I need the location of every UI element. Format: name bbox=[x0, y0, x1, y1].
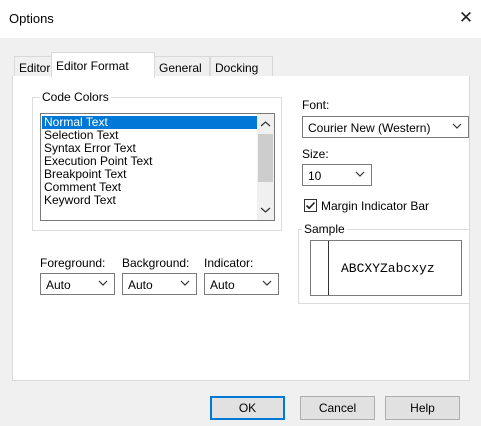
tab-docking[interactable]: Docking bbox=[210, 56, 273, 78]
size-select[interactable]: 10 bbox=[302, 164, 372, 186]
indicator-select[interactable]: Auto bbox=[204, 273, 279, 295]
tab-general[interactable]: General bbox=[154, 56, 210, 78]
list-item-keyword-text[interactable]: Keyword Text bbox=[42, 194, 257, 207]
checkmark-icon bbox=[305, 201, 316, 210]
font-select[interactable]: Courier New (Western) bbox=[302, 116, 469, 138]
foreground-label: Foreground: bbox=[40, 256, 106, 270]
margin-indicator-line bbox=[328, 241, 329, 295]
indicator-label: Indicator: bbox=[204, 256, 254, 270]
size-value: 10 bbox=[308, 169, 322, 183]
chevron-down-icon bbox=[355, 171, 365, 177]
code-colors-list[interactable]: Normal Text Selection Text Syntax Error … bbox=[40, 113, 275, 221]
cancel-button[interactable]: Cancel bbox=[300, 396, 375, 420]
code-colors-label: Code Colors bbox=[40, 90, 111, 104]
window-title: Options bbox=[9, 11, 54, 26]
sample-label: Sample bbox=[302, 222, 347, 236]
tab-editor[interactable]: Editor bbox=[14, 56, 52, 78]
margin-indicator-label: Margin Indicator Bar bbox=[321, 199, 430, 213]
chevron-down-icon bbox=[452, 123, 462, 129]
indicator-value: Auto bbox=[210, 278, 235, 292]
chevron-down-icon[interactable] bbox=[260, 206, 271, 214]
tab-label: Editor Format bbox=[56, 59, 129, 73]
background-label: Background: bbox=[122, 256, 190, 270]
tab-label: Docking bbox=[215, 61, 259, 75]
tab-label: Editor bbox=[19, 61, 51, 75]
scrollbar-thumb[interactable] bbox=[258, 134, 273, 182]
foreground-select[interactable]: Auto bbox=[40, 273, 115, 295]
help-button[interactable]: Help bbox=[385, 396, 460, 420]
size-label: Size: bbox=[302, 147, 329, 161]
tab-editor-format[interactable]: Editor Format bbox=[51, 52, 155, 78]
background-select[interactable]: Auto bbox=[122, 273, 197, 295]
close-icon[interactable]: ✕ bbox=[455, 8, 477, 28]
font-value: Courier New (Western) bbox=[308, 121, 431, 135]
ok-button[interactable]: OK bbox=[210, 396, 285, 420]
chevron-down-icon bbox=[180, 280, 190, 286]
chevron-up-icon[interactable] bbox=[260, 120, 271, 128]
background-value: Auto bbox=[128, 278, 153, 292]
sample-preview: ABCXYZabcxyz bbox=[310, 240, 462, 296]
chevron-down-icon bbox=[98, 280, 108, 286]
font-label: Font: bbox=[302, 98, 330, 112]
tab-label: General bbox=[159, 61, 202, 75]
chevron-down-icon bbox=[262, 280, 272, 286]
margin-indicator-checkbox[interactable] bbox=[304, 199, 317, 212]
list-scrollbar[interactable] bbox=[257, 114, 274, 220]
sample-text: ABCXYZabcxyz bbox=[341, 261, 435, 276]
title-bar bbox=[0, 0, 481, 38]
foreground-value: Auto bbox=[46, 278, 71, 292]
